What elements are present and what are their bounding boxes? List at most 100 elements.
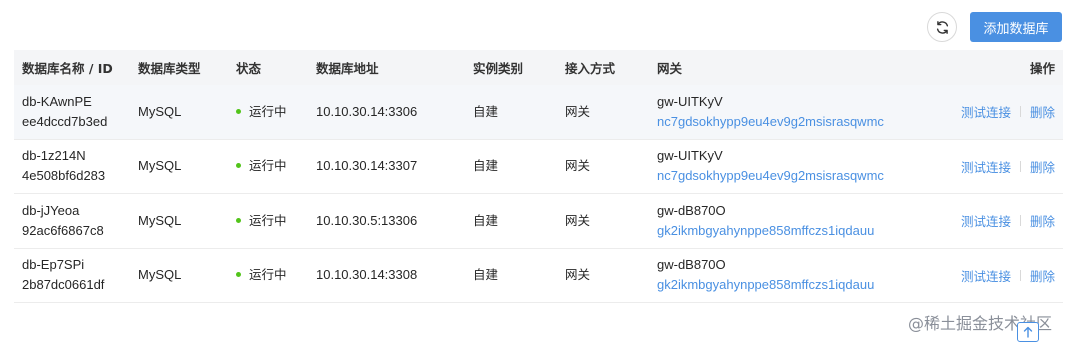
- instance-type: 自建: [473, 158, 499, 174]
- gateway-name: gw-UITKyV: [657, 148, 723, 164]
- db-type: MySQL: [138, 267, 182, 283]
- db-name: db-KAwnPE: [22, 93, 92, 109]
- cell-access: 网关: [565, 140, 657, 194]
- test-connection-link[interactable]: 测试连接: [961, 157, 1011, 176]
- ops-divider: [1019, 160, 1021, 172]
- cell-instance: 自建: [473, 249, 565, 303]
- db-id: ee4dccd7b3ed: [22, 113, 108, 129]
- cell-type: MySQL: [138, 194, 236, 248]
- cell-type: MySQL: [138, 140, 236, 194]
- cell-address: 10.10.30.14:3306: [316, 85, 473, 139]
- table-row: db-1z214N 4e508bf6d283 MySQL 运行中 10.10.3…: [14, 140, 1063, 194]
- cell-name: db-jJYeoa 92ac6f6867c8: [14, 194, 138, 248]
- db-address: 10.10.30.14:3307: [316, 158, 418, 174]
- table-row: db-KAwnPE ee4dccd7b3ed MySQL 运行中 10.10.3…: [14, 85, 1063, 140]
- status-text: 运行中: [249, 103, 287, 119]
- cell-status: 运行中: [236, 249, 316, 303]
- cell-gateway: gw-UITKyV nc7gdsokhypp9eu4ev9g2msisrasqw…: [657, 140, 897, 194]
- cell-name: db-Ep7SPi 2b87dc0661df: [14, 249, 138, 303]
- column-header-address: 数据库地址: [316, 61, 379, 76]
- status-text: 运行中: [249, 158, 287, 174]
- cell-ops: 测试连接 删除: [897, 249, 1063, 303]
- db-name: db-Ep7SPi: [22, 257, 85, 273]
- column-header-name: 数据库名称 / ID: [22, 61, 113, 76]
- db-id: 92ac6f6867c8: [22, 222, 104, 238]
- gateway-name: gw-dB870O: [657, 257, 726, 273]
- ops-divider: [1019, 106, 1021, 118]
- gateway-id-link[interactable]: gk2ikmbgyahynppe858mffczs1iqdauu: [657, 221, 897, 241]
- test-connection-link[interactable]: 测试连接: [961, 102, 1011, 121]
- cell-status: 运行中: [236, 140, 316, 194]
- cell-type: MySQL: [138, 249, 236, 303]
- table-header: 数据库名称 / ID 数据库类型 状态 数据库地址 实例类别 接入方式 网关 操…: [14, 50, 1063, 85]
- refresh-icon: [936, 20, 948, 34]
- add-database-button[interactable]: 添加数据库: [970, 12, 1062, 42]
- db-name: db-1z214N: [22, 148, 86, 164]
- cell-instance: 自建: [473, 194, 565, 248]
- back-to-top-button[interactable]: [1017, 322, 1039, 342]
- instance-type: 自建: [473, 267, 499, 283]
- db-address: 10.10.30.14:3308: [316, 267, 418, 283]
- gateway-id-link[interactable]: gk2ikmbgyahynppe858mffczs1iqdauu: [657, 275, 897, 295]
- cell-status: 运行中: [236, 194, 316, 248]
- access-mode: 网关: [565, 158, 591, 174]
- cell-instance: 自建: [473, 140, 565, 194]
- cell-name: db-KAwnPE ee4dccd7b3ed: [14, 85, 138, 139]
- cell-ops: 测试连接 删除: [897, 140, 1063, 194]
- db-type: MySQL: [138, 103, 182, 119]
- status-dot-icon: [236, 272, 241, 278]
- cell-ops: 测试连接 删除: [897, 85, 1063, 139]
- cell-ops: 测试连接 删除: [897, 194, 1063, 248]
- database-table: 数据库名称 / ID 数据库类型 状态 数据库地址 实例类别 接入方式 网关 操…: [14, 50, 1063, 303]
- status-text: 运行中: [249, 267, 287, 283]
- column-header-instance: 实例类别: [473, 61, 524, 76]
- status-dot-icon: [236, 108, 241, 114]
- cell-type: MySQL: [138, 85, 236, 139]
- instance-type: 自建: [473, 212, 499, 228]
- column-header-ops: 操作: [1029, 61, 1055, 76]
- test-connection-link[interactable]: 测试连接: [961, 211, 1011, 230]
- db-type: MySQL: [138, 158, 182, 174]
- gateway-name: gw-dB870O: [657, 202, 726, 218]
- cell-instance: 自建: [473, 85, 565, 139]
- column-header-type: 数据库类型: [138, 61, 201, 76]
- toolbar: 添加数据库: [0, 12, 1080, 42]
- cell-access: 网关: [565, 249, 657, 303]
- cell-address: 10.10.30.14:3307: [316, 140, 473, 194]
- gateway-name: gw-UITKyV: [657, 93, 723, 109]
- test-connection-link[interactable]: 测试连接: [961, 266, 1011, 285]
- cell-gateway: gw-UITKyV nc7gdsokhypp9eu4ev9g2msisrasqw…: [657, 85, 897, 139]
- column-header-access: 接入方式: [565, 61, 616, 76]
- cell-status: 运行中: [236, 85, 316, 139]
- cell-access: 网关: [565, 194, 657, 248]
- column-header-status: 状态: [236, 61, 262, 76]
- column-header-gateway: 网关: [657, 61, 683, 76]
- cell-access: 网关: [565, 85, 657, 139]
- delete-link[interactable]: 删除: [1030, 157, 1055, 176]
- db-name: db-jJYeoa: [22, 202, 80, 218]
- status-text: 运行中: [249, 212, 287, 228]
- db-address: 10.10.30.14:3306: [316, 103, 418, 119]
- instance-type: 自建: [473, 103, 499, 119]
- refresh-button[interactable]: [927, 12, 957, 42]
- db-id: 4e508bf6d283: [22, 168, 106, 184]
- table-row: db-Ep7SPi 2b87dc0661df MySQL 运行中 10.10.3…: [14, 249, 1063, 303]
- status-dot-icon: [236, 163, 241, 169]
- cell-gateway: gw-dB870O gk2ikmbgyahynppe858mffczs1iqda…: [657, 194, 897, 248]
- gateway-id-link[interactable]: nc7gdsokhypp9eu4ev9g2msisrasqwmc: [657, 112, 897, 132]
- access-mode: 网关: [565, 267, 591, 283]
- access-mode: 网关: [565, 212, 591, 228]
- db-id: 2b87dc0661df: [22, 277, 105, 293]
- delete-link[interactable]: 删除: [1030, 102, 1055, 121]
- cell-gateway: gw-dB870O gk2ikmbgyahynppe858mffczs1iqda…: [657, 249, 897, 303]
- table-row: db-jJYeoa 92ac6f6867c8 MySQL 运行中 10.10.3…: [14, 194, 1063, 249]
- cell-address: 10.10.30.5:13306: [316, 194, 473, 248]
- db-address: 10.10.30.5:13306: [316, 212, 418, 228]
- arrow-up-icon: [1023, 326, 1033, 338]
- status-dot-icon: [236, 217, 241, 223]
- delete-link[interactable]: 删除: [1030, 211, 1055, 230]
- gateway-id-link[interactable]: nc7gdsokhypp9eu4ev9g2msisrasqwmc: [657, 166, 897, 186]
- access-mode: 网关: [565, 103, 591, 119]
- cell-address: 10.10.30.14:3308: [316, 249, 473, 303]
- delete-link[interactable]: 删除: [1030, 266, 1055, 285]
